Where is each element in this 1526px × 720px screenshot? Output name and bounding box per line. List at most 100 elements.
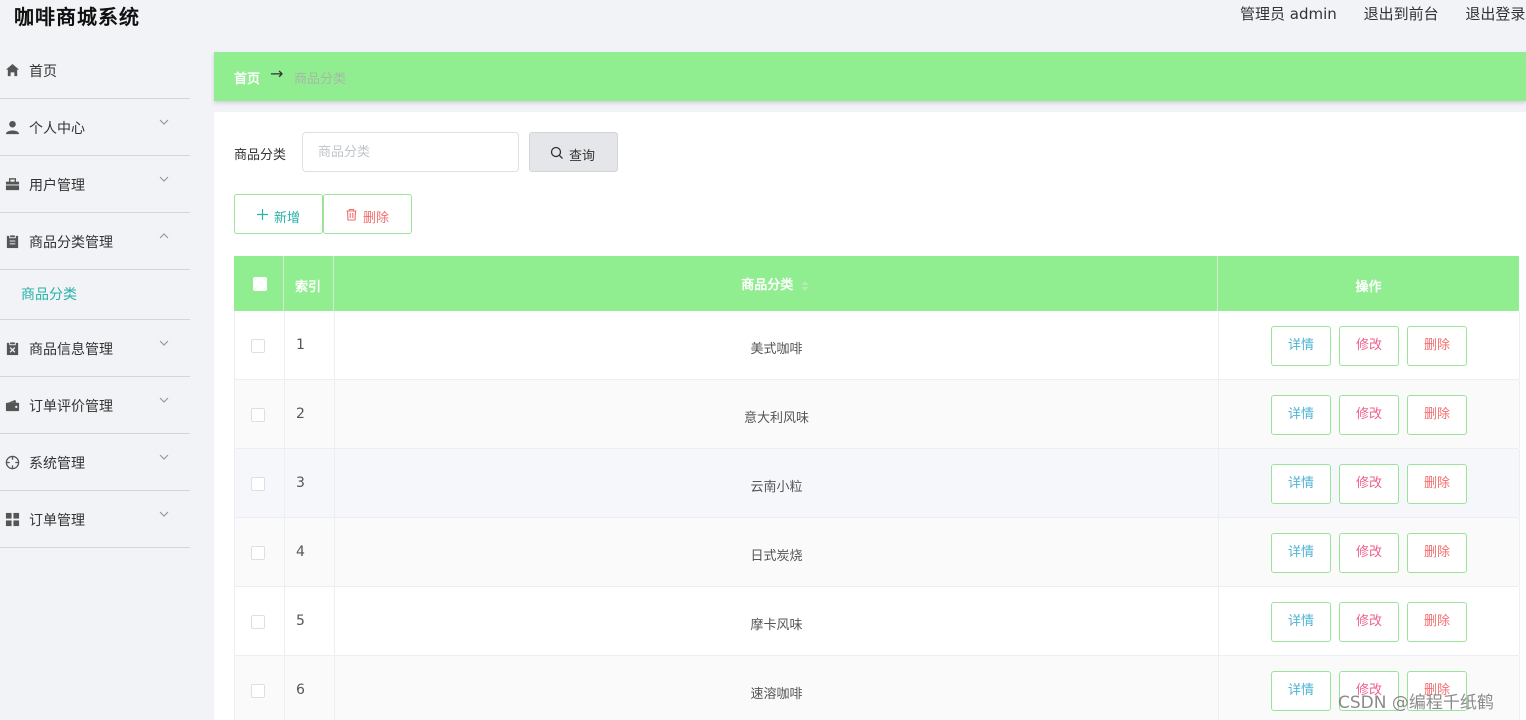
- sidebar-item-label: 商品分类管理: [29, 235, 113, 251]
- query-button[interactable]: 查询: [529, 132, 618, 172]
- select-cell: [235, 518, 285, 586]
- table-row: 2 意大利风味 详情 修改 删除: [234, 380, 1520, 449]
- row-index: 3: [296, 475, 305, 491]
- add-button[interactable]: 新增: [234, 194, 323, 234]
- row-index: 1: [296, 337, 305, 353]
- header-select-cell: [234, 256, 284, 311]
- delete-button[interactable]: 删除: [1407, 602, 1467, 642]
- category-cell: 日式炭烧: [335, 518, 1219, 586]
- breadcrumb: 首页 → 商品分类: [214, 52, 1526, 101]
- logout-link[interactable]: 退出登录: [1465, 5, 1525, 23]
- sort-icon[interactable]: [800, 280, 810, 292]
- select-cell: [235, 587, 285, 655]
- chevron-down-icon: [159, 397, 169, 403]
- column-header-index: 索引: [295, 280, 322, 295]
- sidebar-item-label: 个人中心: [29, 121, 85, 137]
- chevron-down-icon: [159, 176, 169, 182]
- briefcase-icon: [5, 178, 20, 191]
- batch-delete-button[interactable]: 删除: [323, 194, 412, 234]
- table-header: 索引 商品分类 操作: [234, 256, 1519, 311]
- delete-button[interactable]: 删除: [1407, 533, 1467, 573]
- sidebar-item-label: 订单管理: [29, 513, 85, 529]
- edit-button[interactable]: 修改: [1339, 395, 1399, 435]
- grid-icon: [5, 512, 20, 527]
- row-checkbox[interactable]: [251, 408, 265, 422]
- category-cell: 云南小粒: [335, 449, 1219, 517]
- select-cell: [235, 449, 285, 517]
- row-checkbox[interactable]: [251, 615, 265, 629]
- detail-button[interactable]: 详情: [1271, 326, 1331, 366]
- detail-button[interactable]: 详情: [1271, 395, 1331, 435]
- breadcrumb-home[interactable]: 首页: [234, 68, 260, 87]
- row-index: 2: [296, 406, 305, 422]
- row-index: 5: [296, 613, 305, 629]
- delete-button[interactable]: 删除: [1407, 464, 1467, 504]
- edit-button[interactable]: 修改: [1339, 464, 1399, 504]
- ops-cell: 详情 修改 删除: [1219, 380, 1520, 448]
- index-cell: 4: [285, 518, 335, 586]
- sidebar-item-system-mgmt[interactable]: 系统管理: [0, 434, 190, 491]
- row-category: 摩卡风味: [750, 618, 803, 633]
- sidebar-subitem-category[interactable]: 商品分类: [0, 270, 190, 320]
- row-category: 日式炭烧: [750, 549, 803, 564]
- table-row: 6 速溶咖啡 详情 修改 删除: [234, 656, 1520, 720]
- column-header-ops: 操作: [1355, 280, 1382, 295]
- sidebar-item-review-mgmt[interactable]: 订单评价管理: [0, 377, 190, 434]
- sidebar-item-profile[interactable]: 个人中心: [0, 99, 190, 156]
- category-cell: 意大利风味: [335, 380, 1219, 448]
- breadcrumb-current: 商品分类: [294, 72, 347, 87]
- chevron-down-icon: [159, 119, 169, 125]
- query-button-label: 查询: [569, 148, 596, 163]
- header-category-cell[interactable]: 商品分类: [334, 256, 1218, 311]
- select-cell: [235, 311, 285, 379]
- table-row: 1 美式咖啡 详情 修改 删除: [234, 311, 1520, 380]
- sidebar-item-home[interactable]: 首页: [0, 42, 190, 99]
- sidebar-item-label: 商品信息管理: [29, 342, 113, 358]
- detail-button[interactable]: 详情: [1271, 533, 1331, 573]
- top-bar: 咖啡商城系统 管理员 admin 退出到前台 退出登录: [0, 0, 1526, 32]
- row-category: 云南小粒: [750, 480, 803, 495]
- sidebar-item-category-mgmt[interactable]: 商品分类管理: [0, 213, 190, 270]
- edit-button[interactable]: 修改: [1339, 602, 1399, 642]
- delete-button[interactable]: 删除: [1407, 395, 1467, 435]
- row-checkbox[interactable]: [251, 339, 265, 353]
- index-cell: 6: [285, 656, 335, 720]
- search-icon: [550, 146, 563, 159]
- sidebar-item-users[interactable]: 用户管理: [0, 156, 190, 213]
- table-row: 5 摩卡风味 详情 修改 删除: [234, 587, 1520, 656]
- header-ops-cell: 操作: [1218, 256, 1519, 311]
- row-checkbox[interactable]: [251, 684, 265, 698]
- row-checkbox[interactable]: [251, 477, 265, 491]
- ops-cell: 详情 修改 删除: [1219, 518, 1520, 586]
- chevron-down-icon: [159, 511, 169, 517]
- sidebar-item-order-mgmt[interactable]: 订单管理: [0, 491, 190, 548]
- delete-button[interactable]: 删除: [1407, 326, 1467, 366]
- breadcrumb-arrow-icon: →: [270, 64, 284, 83]
- row-checkbox[interactable]: [251, 546, 265, 560]
- detail-button[interactable]: 详情: [1271, 602, 1331, 642]
- trash-icon: [346, 208, 357, 221]
- clipboard-x-icon: [6, 341, 19, 356]
- exit-to-front-link[interactable]: 退出到前台: [1364, 5, 1439, 23]
- select-cell: [235, 380, 285, 448]
- category-cell: 摩卡风味: [335, 587, 1219, 655]
- clipboard-icon: [6, 234, 19, 249]
- edit-button[interactable]: 修改: [1339, 326, 1399, 366]
- app-title: 咖啡商城系统: [14, 5, 140, 29]
- table-row: 3 云南小粒 详情 修改 删除: [234, 449, 1520, 518]
- detail-button[interactable]: 详情: [1271, 671, 1331, 711]
- add-button-label: 新增: [274, 210, 301, 225]
- sidebar: 首页 个人中心 用户管理 商品分类管理 商品分类 商品信息管理 订单评价管理 系…: [0, 42, 190, 720]
- sidebar-item-product-mgmt[interactable]: 商品信息管理: [0, 320, 190, 377]
- row-index: 4: [296, 544, 305, 560]
- chevron-down-icon: [159, 340, 169, 346]
- select-all-checkbox[interactable]: [253, 277, 267, 291]
- search-input[interactable]: [302, 132, 519, 172]
- index-cell: 1: [285, 311, 335, 379]
- column-header-category: 商品分类: [334, 274, 1217, 293]
- top-links: 管理员 admin 退出到前台 退出登录: [1240, 3, 1526, 24]
- detail-button[interactable]: 详情: [1271, 464, 1331, 504]
- main-content: 商品分类 查询 新增 删除 索引 商品分类 操作: [214, 112, 1526, 720]
- home-icon: [5, 63, 20, 77]
- edit-button[interactable]: 修改: [1339, 533, 1399, 573]
